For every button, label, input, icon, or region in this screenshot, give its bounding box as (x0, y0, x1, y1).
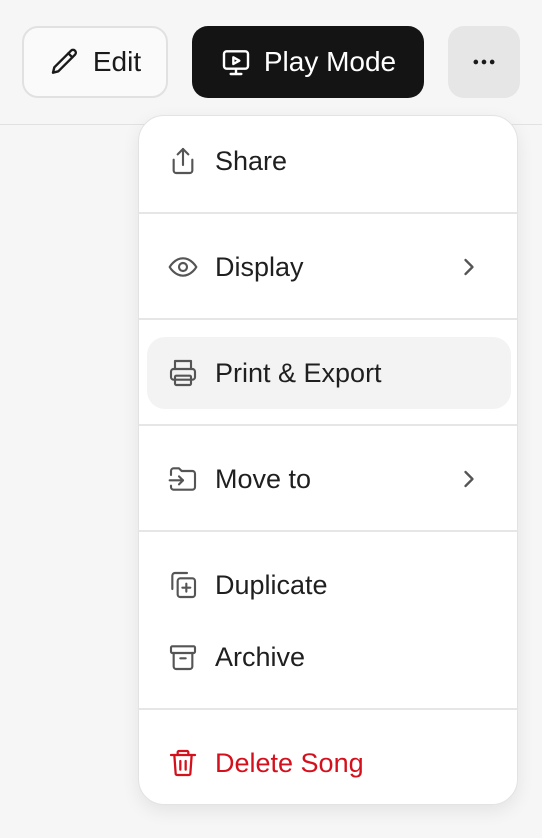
more-options-menu: Share Display Print & Export Move to Dup… (138, 115, 518, 805)
menu-item-share[interactable]: Share (147, 125, 511, 197)
top-toolbar: Edit Play Mode (0, 0, 542, 125)
more-horizontal-icon (470, 48, 498, 76)
menu-item-label: Print & Export (215, 357, 382, 388)
more-options-button[interactable] (448, 26, 520, 98)
play-mode-button-label: Play Mode (263, 46, 397, 77)
menu-item-delete-song[interactable]: Delete Song (147, 727, 511, 799)
menu-item-label: Archive (215, 641, 306, 672)
menu-divider (139, 212, 517, 214)
edit-button[interactable]: Edit (22, 26, 168, 98)
eye-icon (167, 251, 199, 283)
move-folder-icon (167, 463, 199, 495)
trash-icon (167, 747, 199, 779)
menu-item-label: Duplicate (215, 569, 328, 600)
chevron-right-icon (455, 465, 483, 493)
edit-button-label: Edit (92, 46, 142, 77)
menu-item-display[interactable]: Display (147, 231, 511, 303)
pencil-icon (49, 46, 81, 78)
menu-divider (139, 318, 517, 320)
chevron-right-icon (455, 253, 483, 281)
play-mode-button[interactable]: Play Mode (192, 26, 424, 98)
share-upload-icon (167, 145, 199, 177)
menu-item-label: Share (215, 145, 288, 176)
printer-icon (167, 357, 199, 389)
menu-item-label: Display (215, 251, 304, 282)
menu-item-print-export[interactable]: Print & Export (147, 337, 511, 409)
menu-item-label: Move to (215, 463, 312, 494)
menu-item-move-to[interactable]: Move to (147, 443, 511, 515)
archive-icon (167, 641, 199, 673)
menu-item-duplicate[interactable]: Duplicate (147, 549, 511, 621)
duplicate-icon (167, 569, 199, 601)
menu-divider (139, 424, 517, 426)
menu-item-archive[interactable]: Archive (147, 621, 511, 693)
presentation-play-icon (220, 46, 252, 78)
menu-divider (139, 708, 517, 710)
menu-divider (139, 530, 517, 532)
menu-item-label: Delete Song (215, 747, 364, 778)
